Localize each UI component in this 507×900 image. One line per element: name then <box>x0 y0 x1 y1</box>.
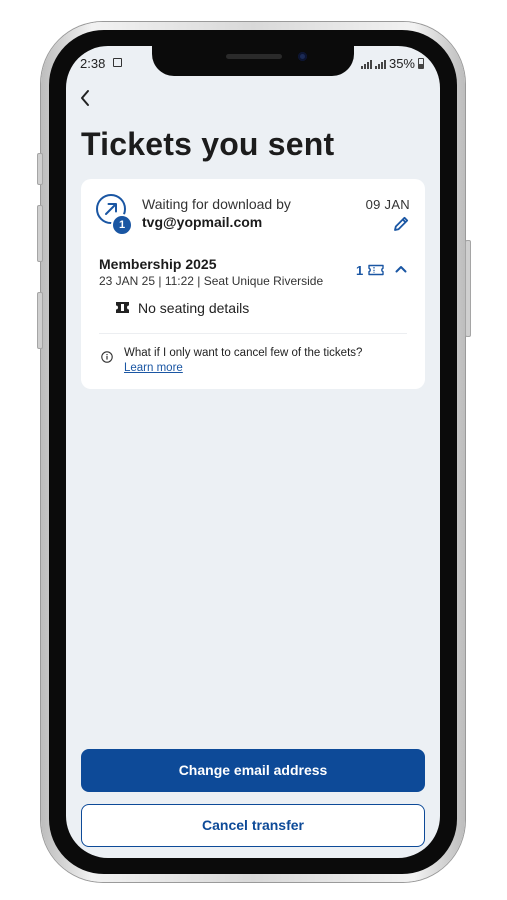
ticket-count: 1 <box>356 263 364 278</box>
membership-details: 23 JAN 25 | 11:22 | Seat Unique Riversid… <box>99 274 324 288</box>
help-question: What if I only want to cancel few of the… <box>124 347 363 359</box>
phone-mute-switch <box>37 153 43 185</box>
pencil-icon[interactable] <box>392 215 410 233</box>
recipient-email: tvg@yopmail.com <box>142 214 263 230</box>
signal-icon <box>374 59 386 69</box>
learn-more-link[interactable]: Learn more <box>124 362 183 374</box>
battery-percentage: 35% <box>388 56 415 71</box>
sent-date: 09 JAN <box>365 197 410 212</box>
phone-volume-down <box>37 292 43 349</box>
status-indicators: 35% <box>360 56 424 71</box>
phone-volume-up <box>37 205 43 262</box>
chevron-left-icon <box>81 90 89 106</box>
info-icon <box>101 351 113 363</box>
seat-icon <box>116 302 129 313</box>
transfer-card: 1 Waiting for download by tvg@yopmail.co… <box>81 179 425 389</box>
cancel-transfer-button[interactable]: Cancel transfer <box>81 804 425 847</box>
notch <box>152 46 354 76</box>
back-button[interactable] <box>78 88 96 110</box>
front-camera <box>298 52 307 61</box>
transfer-count-badge: 1 <box>111 214 133 236</box>
page-title: Tickets you sent <box>81 126 335 162</box>
chevron-up-icon[interactable] <box>394 262 408 276</box>
phone-power-button <box>465 240 471 337</box>
status-time: 2:38 <box>80 56 106 71</box>
app-screen: 2:38 35% Tickets you sent 1 Waiting for … <box>66 46 440 858</box>
device-mockup: 2:38 35% Tickets you sent 1 Waiting for … <box>0 0 507 900</box>
gallery-icon <box>113 58 122 67</box>
waiting-label: Waiting for download by <box>142 196 291 212</box>
signal-icon <box>360 59 372 69</box>
seating-details: No seating details <box>138 300 250 316</box>
speaker <box>226 54 282 59</box>
change-email-button[interactable]: Change email address <box>81 749 425 792</box>
divider <box>99 333 407 334</box>
membership-title: Membership 2025 <box>99 256 217 272</box>
ticket-icon <box>368 264 384 276</box>
battery-icon <box>418 58 424 69</box>
